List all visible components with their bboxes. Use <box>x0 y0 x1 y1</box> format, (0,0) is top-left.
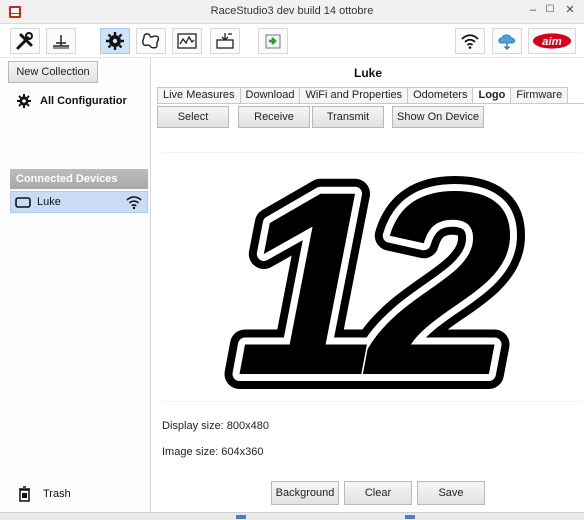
minimize-button[interactable]: – <box>525 2 541 18</box>
trash-icon <box>19 486 30 502</box>
display-size-label: Display size: 800x480 <box>162 420 270 432</box>
tab-wifi-properties[interactable]: WiFi and Properties <box>299 87 409 103</box>
main-toolbar: aim <box>0 24 584 58</box>
tab-logo[interactable]: Logo <box>472 87 512 104</box>
cloud-icon <box>498 34 515 51</box>
track-button[interactable] <box>136 28 166 54</box>
import-export-button[interactable] <box>258 28 288 54</box>
aim-logo-text: aim <box>542 36 562 48</box>
analysis-button[interactable] <box>172 28 202 54</box>
data-download-button[interactable] <box>210 28 240 54</box>
show-on-device-button[interactable]: Show On Device <box>392 106 484 128</box>
import-export-icon <box>265 34 281 49</box>
device-title: Luke <box>353 66 382 80</box>
wifi-icon <box>461 34 479 49</box>
maximize-button[interactable]: ☐ <box>542 2 558 18</box>
close-button[interactable]: ✕ <box>560 2 580 18</box>
wifi-button[interactable] <box>455 28 485 54</box>
cloud-button[interactable] <box>492 28 522 54</box>
transmit-button[interactable]: Transmit <box>312 106 384 128</box>
configuration-button[interactable] <box>100 28 130 54</box>
trash-label: Trash <box>43 488 71 500</box>
new-collection-button[interactable]: New Collection <box>8 61 98 83</box>
status-bar <box>0 512 584 520</box>
tab-odometers[interactable]: Odometers <box>407 87 474 103</box>
all-configurations-label: All Configuratior <box>40 95 127 107</box>
clear-button[interactable]: Clear <box>344 481 412 505</box>
status-marker <box>236 515 246 519</box>
title-bar: RaceStudio3 dev build 14 ottobre – ☐ ✕ <box>0 0 584 24</box>
image-size-label: Image size: 604x360 <box>162 446 264 458</box>
aim-logo-button[interactable]: aim <box>528 28 576 54</box>
data-download-icon <box>216 33 234 49</box>
device-wifi-icon <box>126 196 142 210</box>
logo-preview: 12 12 <box>162 152 582 402</box>
window-title: RaceStudio3 dev build 14 ottobre <box>210 5 374 17</box>
configuration-icon <box>106 32 124 50</box>
left-panel: New Collection All Configuratior Connect… <box>0 58 151 512</box>
tools-icon <box>16 32 33 50</box>
device-name: Luke <box>37 196 61 208</box>
aim-logo-icon: aim <box>532 33 572 49</box>
logo-number-outline: 12 <box>235 152 510 402</box>
all-configurations-item[interactable]: All Configuratior <box>16 92 150 110</box>
tab-download[interactable]: Download <box>239 87 301 103</box>
status-marker <box>405 515 415 519</box>
track-icon <box>142 33 160 49</box>
configuration-gear-icon <box>17 94 31 108</box>
save-button[interactable]: Save <box>417 481 485 505</box>
tab-bar: Live Measures Download WiFi and Properti… <box>157 87 569 104</box>
device-icon <box>15 196 31 208</box>
tab-live-measures[interactable]: Live Measures <box>157 87 241 103</box>
select-button[interactable]: Select <box>157 106 229 128</box>
receive-button[interactable]: Receive <box>238 106 310 128</box>
background-button[interactable]: Background <box>271 481 339 505</box>
device-item-luke[interactable]: Luke <box>10 191 148 213</box>
calibrate-icon <box>53 35 69 49</box>
trash-item[interactable]: Trash <box>18 486 71 502</box>
tab-firmware[interactable]: Firmware <box>510 87 569 103</box>
tools-button[interactable] <box>10 28 40 54</box>
analysis-icon <box>177 33 197 49</box>
main-panel: Luke Live Measures Download WiFi and Pro… <box>152 58 584 512</box>
tab-divider <box>157 103 584 104</box>
connected-devices-header: Connected Devices <box>10 169 148 189</box>
calibrate-button[interactable] <box>46 28 76 54</box>
